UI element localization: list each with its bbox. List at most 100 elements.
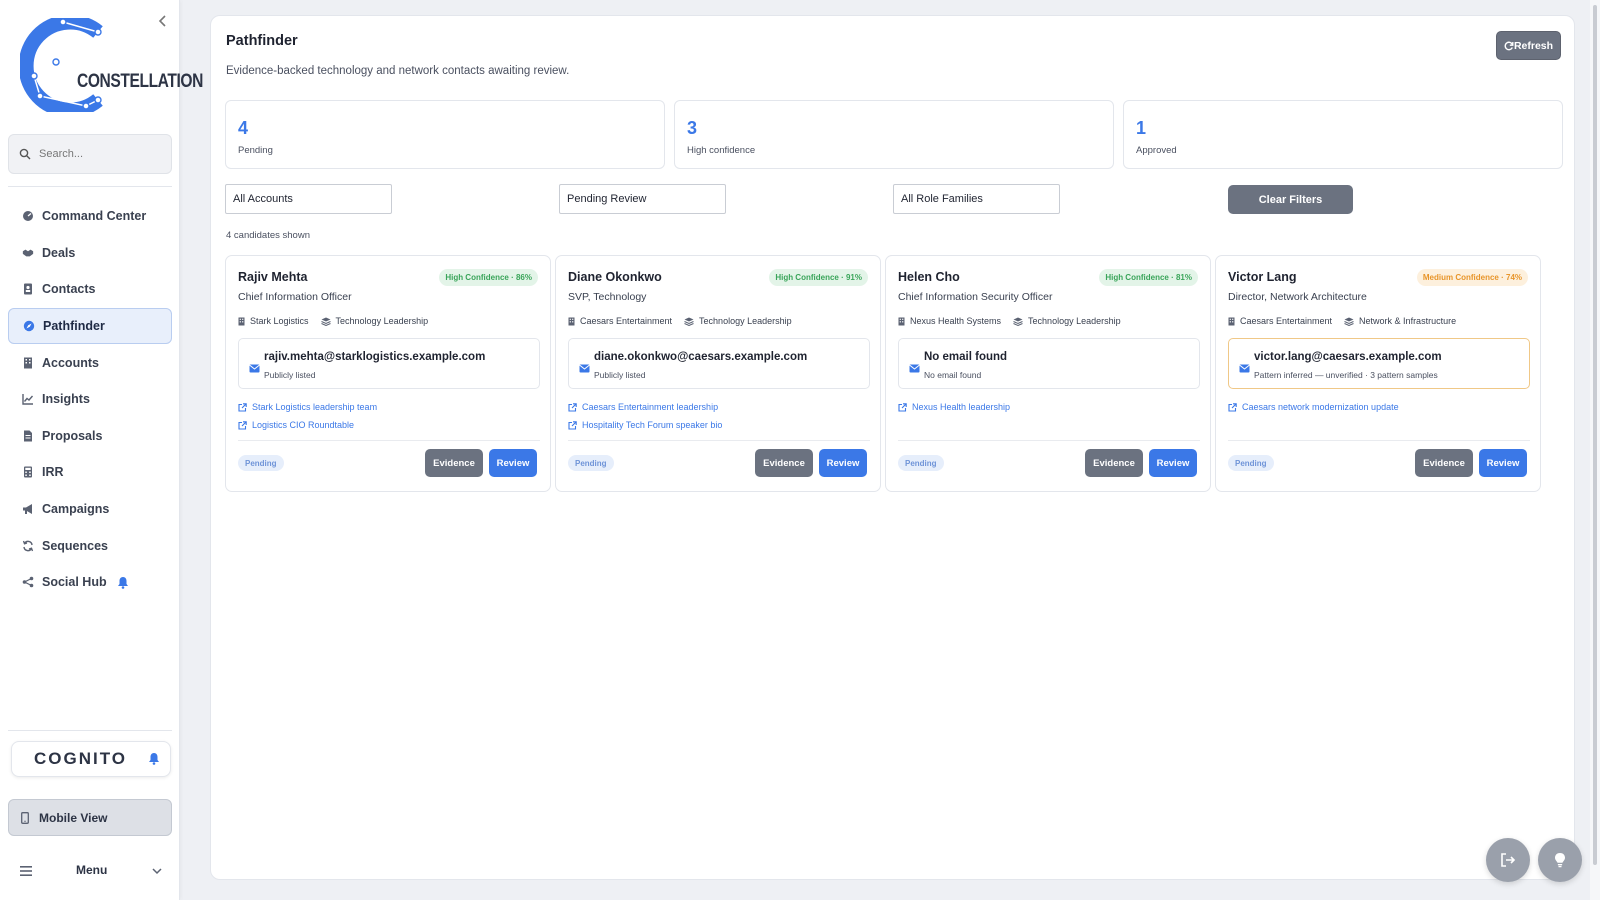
review-button[interactable]: Review bbox=[1479, 449, 1527, 477]
review-button[interactable]: Review bbox=[819, 449, 867, 477]
candidate-meta: Caesars Entertainment Technology Leaders… bbox=[568, 316, 804, 326]
sidebar: CONSTELLATION Command Center Deals Conta… bbox=[0, 0, 203, 900]
role-family-name: Network & Infrastructure bbox=[1359, 316, 1457, 326]
menu-toggle[interactable]: Menu bbox=[8, 860, 172, 882]
review-button[interactable]: Review bbox=[1149, 449, 1197, 477]
email-address[interactable]: rajiv.mehta@starklogistics.example.com bbox=[264, 351, 485, 363]
evidence-button[interactable]: Evidence bbox=[1085, 449, 1143, 477]
share-icon bbox=[22, 576, 34, 588]
pathfinder-panel: Pathfinder Evidence-backed technology an… bbox=[210, 15, 1575, 880]
sidebar-item-insights[interactable]: Insights bbox=[8, 381, 172, 418]
status-filter-select[interactable]: Pending Review bbox=[559, 184, 726, 214]
email-box: No email found No email found bbox=[898, 338, 1200, 389]
sidebar-item-label: Campaigns bbox=[42, 502, 110, 517]
gauge-icon bbox=[22, 210, 34, 222]
compass-icon bbox=[23, 320, 35, 332]
sync-icon bbox=[22, 540, 34, 552]
sidebar-item-deals[interactable]: Deals bbox=[8, 235, 172, 272]
external-link-icon bbox=[898, 402, 907, 412]
evidence-link[interactable]: Stark Logistics leadership team bbox=[238, 398, 377, 416]
sidebar-item-sequences[interactable]: Sequences bbox=[8, 527, 172, 564]
envelope-icon bbox=[579, 360, 590, 378]
confidence-badge: High Confidence · 86% bbox=[439, 269, 538, 286]
search-icon bbox=[19, 148, 31, 160]
candidate-meta: Caesars Entertainment Network & Infrastr… bbox=[1228, 316, 1468, 326]
account-filter-select[interactable]: All Accounts bbox=[225, 184, 392, 214]
cognito-bell-icon[interactable] bbox=[148, 752, 160, 770]
sidebar-item-pathfinder[interactable]: Pathfinder bbox=[8, 307, 172, 345]
role-family-filter-value: All Role Families bbox=[901, 193, 983, 205]
mobile-view-button[interactable]: Mobile View bbox=[8, 799, 172, 836]
sidebar-divider bbox=[8, 730, 172, 731]
evidence-link-label: Stark Logistics leadership team bbox=[252, 402, 378, 412]
sidebar-item-social-hub[interactable]: Social Hub bbox=[8, 564, 172, 601]
email-source-note: Publicly listed bbox=[594, 370, 646, 380]
stat-value: 4 bbox=[238, 118, 249, 138]
confidence-badge: High Confidence · 91% bbox=[769, 269, 868, 286]
sidebar-item-irr[interactable]: IRR bbox=[8, 454, 172, 491]
evidence-button[interactable]: Evidence bbox=[755, 449, 813, 477]
logout-icon bbox=[1501, 853, 1516, 867]
tips-button[interactable] bbox=[1538, 838, 1582, 882]
sidebar-item-label: IRR bbox=[42, 465, 64, 480]
search-box[interactable] bbox=[8, 134, 172, 174]
email-address[interactable]: diane.okonkwo@caesars.example.com bbox=[594, 351, 807, 363]
search-input[interactable] bbox=[39, 148, 159, 160]
status-badge: Pending bbox=[1228, 455, 1274, 471]
account-tag: Caesars Entertainment bbox=[568, 316, 672, 326]
cognito-widget[interactable]: COGNITO bbox=[11, 741, 171, 777]
evidence-link[interactable]: Caesars Entertainment leadership bbox=[568, 398, 722, 416]
candidate-name: Diane Okonkwo bbox=[568, 270, 662, 284]
email-address[interactable]: victor.lang@caesars.example.com bbox=[1254, 351, 1442, 363]
clear-filters-label: Clear Filters bbox=[1258, 193, 1323, 206]
confidence-badge: High Confidence · 81% bbox=[1099, 269, 1198, 286]
sidebar-item-label: Command Center bbox=[42, 209, 147, 224]
menu-label: Menu bbox=[76, 863, 108, 877]
candidate-card: Rajiv Mehta Chief Information Officer Hi… bbox=[225, 255, 551, 492]
sidebar-item-contacts[interactable]: Contacts bbox=[8, 271, 172, 308]
sidebar-item-campaigns[interactable]: Campaigns bbox=[8, 491, 172, 528]
role-family-filter-select[interactable]: All Role Families bbox=[893, 184, 1060, 214]
evidence-button[interactable]: Evidence bbox=[425, 449, 483, 477]
confidence-badge: Medium Confidence · 74% bbox=[1416, 269, 1528, 286]
sidebar-item-label: Sequences bbox=[42, 538, 109, 553]
card-divider bbox=[238, 440, 540, 441]
scrollbar-thumb[interactable] bbox=[1593, 5, 1597, 865]
logo-text: CONSTELLATION bbox=[77, 71, 203, 92]
role-family-tag: Technology Leadership bbox=[1013, 316, 1121, 326]
evidence-button[interactable]: Evidence bbox=[1415, 449, 1473, 477]
evidence-link-label: Logistics CIO Roundtable bbox=[252, 420, 355, 430]
building-icon bbox=[1228, 317, 1235, 325]
layers-icon bbox=[1013, 317, 1023, 326]
email-box: diane.okonkwo@caesars.example.com Public… bbox=[568, 338, 870, 389]
constellation-logo[interactable]: CONSTELLATION bbox=[18, 14, 203, 118]
stat-value: 1 bbox=[1136, 118, 1147, 138]
notification-bell-icon[interactable] bbox=[117, 576, 129, 589]
logout-button[interactable] bbox=[1486, 838, 1530, 882]
layers-icon bbox=[320, 317, 331, 326]
candidate-count: 4 candidates shown bbox=[226, 230, 310, 241]
evidence-links: Caesars Entertainment leadership Hospita… bbox=[568, 398, 722, 434]
cognito-logo-text: COGNITO bbox=[34, 749, 128, 768]
sidebar-item-proposals[interactable]: Proposals bbox=[8, 418, 172, 455]
clear-filters-button[interactable]: Clear Filters bbox=[1228, 185, 1353, 214]
evidence-link[interactable]: Logistics CIO Roundtable bbox=[238, 416, 377, 434]
evidence-link[interactable]: Hospitality Tech Forum speaker bio bbox=[568, 416, 722, 434]
candidate-title: Chief Information Officer bbox=[238, 291, 352, 303]
layers-icon bbox=[1344, 317, 1354, 326]
candidate-title: Director, Network Architecture bbox=[1228, 291, 1367, 303]
evidence-links: Nexus Health leadership bbox=[898, 398, 1010, 416]
candidate-title: SVP, Technology bbox=[568, 291, 647, 303]
sidebar-item-label: Contacts bbox=[42, 282, 96, 297]
account-name: Caesars Entertainment bbox=[580, 316, 673, 326]
handshake-icon bbox=[22, 247, 34, 259]
sidebar-item-command-center[interactable]: Command Center bbox=[8, 198, 172, 235]
evidence-link[interactable]: Caesars network modernization update bbox=[1228, 398, 1399, 416]
review-button[interactable]: Review bbox=[489, 449, 537, 477]
evidence-link[interactable]: Nexus Health leadership bbox=[898, 398, 1010, 416]
sidebar-item-accounts[interactable]: Accounts bbox=[8, 344, 172, 381]
lightbulb-icon bbox=[1555, 853, 1565, 868]
external-link-icon bbox=[568, 402, 577, 412]
sidebar-item-label: Social Hub bbox=[42, 575, 107, 590]
refresh-button[interactable]: Refresh bbox=[1496, 31, 1561, 60]
